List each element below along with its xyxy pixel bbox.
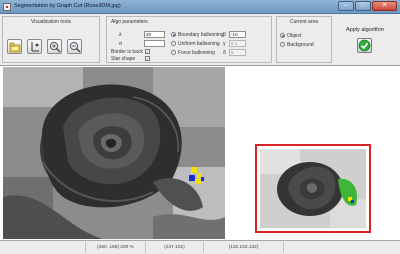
- maximize-button[interactable]: □: [355, 1, 371, 11]
- algo-parameters-group: Algo parameters λ 20 σ Border is back ✓ …: [106, 16, 272, 63]
- force-ballooning-radio[interactable]: [171, 50, 176, 55]
- status-bar: (250, 188) 260 % (247,101) (132,132,132): [0, 240, 400, 254]
- background-label: Background: [287, 42, 314, 48]
- star-shape-checkbox[interactable]: ✓: [145, 56, 150, 61]
- preview-graphic: [260, 149, 366, 228]
- zoom-out-button[interactable]: [67, 39, 82, 54]
- zoom-out-icon: [69, 41, 81, 53]
- main-canvas-area[interactable]: [0, 67, 400, 239]
- minimize-button[interactable]: –: [338, 1, 354, 11]
- lambda-input[interactable]: 20: [144, 31, 165, 38]
- brush-tool-icon: [31, 42, 39, 52]
- status-image-coords: (247,101): [146, 242, 204, 253]
- beta-label: β: [223, 32, 226, 38]
- apply-algorithm-group: Apply algorithm: [334, 16, 396, 63]
- border-is-back-checkbox[interactable]: ✓: [145, 49, 150, 54]
- title-bar: Segmentation by Graph Cut (Rose3DM.jpg) …: [0, 0, 400, 14]
- boundary-ballooning-radio[interactable]: [171, 32, 176, 37]
- border-is-back-label: Border is back: [111, 49, 143, 55]
- uniform-ballooning-label: Uniform ballooning: [178, 41, 220, 47]
- load-image-button[interactable]: [7, 39, 22, 54]
- object-radio[interactable]: [280, 33, 285, 38]
- toolbar: Visualization tools Algo parameters λ 20…: [0, 14, 400, 66]
- checkmark-icon: [358, 39, 371, 52]
- status-coords-zoom: (250, 188) 260 %: [86, 242, 146, 253]
- algo-parameters-title: Algo parameters: [111, 19, 148, 25]
- app-icon: [3, 3, 11, 11]
- visualization-tools-group: Visualization tools: [2, 16, 100, 63]
- zoom-in-icon: [49, 41, 61, 53]
- force-ballooning-label: Force ballooning: [178, 50, 215, 56]
- zoom-in-button[interactable]: [47, 39, 62, 54]
- gamma-input[interactable]: 0.1: [229, 40, 246, 47]
- object-label: Object: [287, 33, 302, 39]
- rose-photo-graphic: [3, 67, 225, 239]
- load-image-icon: [9, 42, 21, 53]
- brush-tool-button[interactable]: [27, 39, 42, 54]
- gamma-label: γ: [223, 41, 226, 47]
- current-area-group: Current area Object Background: [276, 16, 332, 63]
- sigma-label: σ: [119, 41, 123, 47]
- sigma-input[interactable]: [144, 40, 165, 47]
- current-area-title: Current area: [289, 19, 319, 25]
- star-shape-label: Star shape: [111, 56, 136, 62]
- window-title: Segmentation by Graph Cut (Rose3DM.jpg): [14, 3, 121, 9]
- delta-label: δ: [223, 50, 226, 56]
- apply-algorithm-button[interactable]: [357, 38, 372, 53]
- background-radio[interactable]: [280, 42, 285, 47]
- uniform-ballooning-radio[interactable]: [171, 41, 176, 46]
- status-pixel-value: (132,132,132): [204, 242, 284, 253]
- apply-algorithm-title: Apply algorithm: [346, 27, 384, 33]
- preview-image: [260, 149, 366, 228]
- delta-input[interactable]: 5: [229, 49, 246, 56]
- rose-image[interactable]: [3, 67, 225, 239]
- close-button[interactable]: ✕: [372, 1, 397, 11]
- segmentation-preview: [255, 144, 371, 233]
- status-cell-empty-right: [284, 242, 398, 253]
- beta-input[interactable]: -10: [229, 31, 246, 38]
- visualization-tools-title: Visualization tools: [31, 19, 71, 25]
- boundary-ballooning-label: Boundary ballooning: [178, 32, 224, 38]
- status-cell-empty-left: [2, 242, 86, 253]
- lambda-label: λ: [119, 32, 122, 38]
